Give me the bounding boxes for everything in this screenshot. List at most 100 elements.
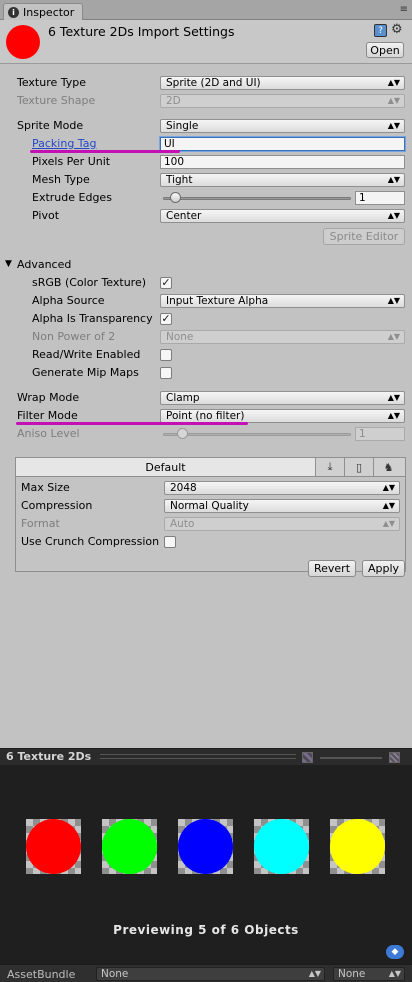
platform-tab-bar: Default ⤓ ▯ ♞ [16,458,405,477]
row-advanced[interactable]: ▼ Advanced [0,257,412,273]
filter-mode-value: Point (no filter) [166,410,245,422]
advanced-foldout-label[interactable]: Advanced [17,258,71,271]
open-button[interactable]: Open [366,42,404,58]
tag-icon[interactable]: ◆ [386,945,404,959]
filter-mode-label: Filter Mode [17,409,78,422]
tab-label: Inspector [23,5,75,19]
help-icon[interactable]: ? [374,24,387,37]
extrude-edges-slider-handle[interactable] [170,192,182,203]
filter-mode-dropdown[interactable]: Point (no filter) ▲▼ [160,409,405,423]
aniso-level-input: 1 [355,427,405,441]
gear-icon[interactable]: ⚙ [391,22,403,37]
assetbundle-name-dropdown[interactable]: None ▲▼ [96,967,325,981]
wrap-mode-value: Clamp [166,392,200,404]
tab-default-platform[interactable]: Default [16,458,316,476]
max-size-value: 2048 [170,482,197,494]
extrude-edges-input[interactable]: 1 [355,191,405,205]
checker-large-icon[interactable] [389,752,400,763]
inspector-panel: 6 Texture 2Ds Import Settings ? ⚙ Open T… [0,20,412,748]
revert-button[interactable]: Revert [308,560,356,577]
format-label: Format [21,517,60,530]
dropdown-arrow-icon: ▲▼ [387,121,400,130]
texture-type-dropdown[interactable]: Sprite (2D and UI) ▲▼ [160,76,405,90]
compression-value: Normal Quality [170,500,249,512]
wrap-mode-label: Wrap Mode [17,391,80,404]
mesh-type-label: Mesh Type [32,173,90,186]
sprite-mode-dropdown[interactable]: Single ▲▼ [160,119,405,133]
alpha-source-dropdown[interactable]: Input Texture Alpha ▲▼ [160,294,405,308]
preview-thumbnail [178,819,233,874]
sprite-mode-value: Single [166,120,199,132]
dropdown-arrow-icon: ▲▼ [387,296,400,305]
texture-shape-dropdown: 2D ▲▼ [160,94,405,108]
pivot-dropdown[interactable]: Center ▲▼ [160,209,405,223]
row-format: Format Auto ▲▼ [16,516,405,532]
preview-thumbnail [26,819,81,874]
assetbundle-bar: AssetBundle None ▲▼ None ▲▼ [0,964,412,982]
mip-maps-checkbox[interactable] [160,367,172,379]
preview-area: Previewing 5 of 6 Objects ◆ [0,765,412,964]
row-pixels-per-unit: Pixels Per Unit 100 [0,154,412,170]
texture-thumbnail [6,25,40,59]
texture-shape-value: 2D [166,95,181,107]
crunch-label: Use Crunch Compression [21,535,160,548]
row-aniso-level: Aniso Level 1 [0,426,412,442]
preview-zoom-slider[interactable] [320,757,382,759]
sprite-editor-button: Sprite Editor [323,228,405,245]
phone-icon[interactable]: ▯ [345,458,374,476]
mesh-type-dropdown[interactable]: Tight ▲▼ [160,173,405,187]
srgb-label: sRGB (Color Texture) [32,276,147,289]
packing-tag-input[interactable]: UI [160,137,405,151]
row-non-power-of-2: Non Power of 2 None ▲▼ [0,329,412,345]
texture-type-value: Sprite (2D and UI) [166,77,261,89]
row-texture-shape: Texture Shape 2D ▲▼ [0,93,412,109]
apply-button[interactable]: Apply [362,560,405,577]
menu-icon[interactable]: ≡ [400,4,408,15]
srgb-checkbox[interactable]: ✓ [160,277,172,289]
row-extrude-edges: Extrude Edges 1 [0,190,412,206]
extrude-edges-label: Extrude Edges [32,191,112,204]
read-write-checkbox[interactable] [160,349,172,361]
row-pivot: Pivot Center ▲▼ [0,208,412,224]
android-icon[interactable]: ♞ [374,458,403,476]
circle-sprite [102,819,157,874]
download-icon[interactable]: ⤓ [316,458,345,476]
crunch-checkbox[interactable] [164,536,176,548]
dropdown-arrow-icon: ▲▼ [308,969,321,978]
preview-header[interactable]: 6 Texture 2Ds [0,748,412,765]
extrude-edges-slider[interactable] [163,197,351,200]
assetbundle-variant-dropdown[interactable]: None ▲▼ [333,967,405,981]
drag-handle[interactable] [100,754,296,759]
max-size-label: Max Size [21,481,70,494]
inspector-header: 6 Texture 2Ds Import Settings ? ⚙ Open [0,20,412,64]
pixels-per-unit-input[interactable]: 100 [160,155,405,169]
foldout-arrow-icon[interactable]: ▼ [5,259,12,269]
compression-dropdown[interactable]: Normal Quality ▲▼ [164,499,400,513]
dropdown-arrow-icon: ▲▼ [388,969,401,978]
circle-sprite [330,819,385,874]
alpha-transparency-checkbox[interactable]: ✓ [160,313,172,325]
aniso-level-slider [163,433,351,436]
dropdown-arrow-icon: ▲▼ [387,96,400,105]
pivot-label: Pivot [32,209,60,222]
non-power-of-2-dropdown: None ▲▼ [160,330,405,344]
annotation-underline-filter-mode [16,422,248,425]
texture-type-label: Texture Type [17,76,87,89]
row-alpha-transparency: Alpha Is Transparency ✓ [0,311,412,327]
row-sprite-mode: Sprite Mode Single ▲▼ [0,118,412,134]
checker-icon[interactable] [302,752,313,763]
assetbundle-variant-value: None [338,968,366,980]
row-alpha-source: Alpha Source Input Texture Alpha ▲▼ [0,293,412,309]
assetbundle-label: AssetBundle [7,968,76,981]
dropdown-arrow-icon: ▲▼ [387,211,400,220]
texture-shape-label: Texture Shape [17,94,96,107]
row-wrap-mode: Wrap Mode Clamp ▲▼ [0,390,412,406]
alpha-source-value: Input Texture Alpha [166,295,269,307]
tab-inspector[interactable]: i Inspector [3,3,83,20]
dropdown-arrow-icon: ▲▼ [382,483,395,492]
row-read-write: Read/Write Enabled [0,347,412,363]
max-size-dropdown[interactable]: 2048 ▲▼ [164,481,400,495]
info-icon: i [8,6,19,18]
wrap-mode-dropdown[interactable]: Clamp ▲▼ [160,391,405,405]
format-dropdown: Auto ▲▼ [164,517,400,531]
